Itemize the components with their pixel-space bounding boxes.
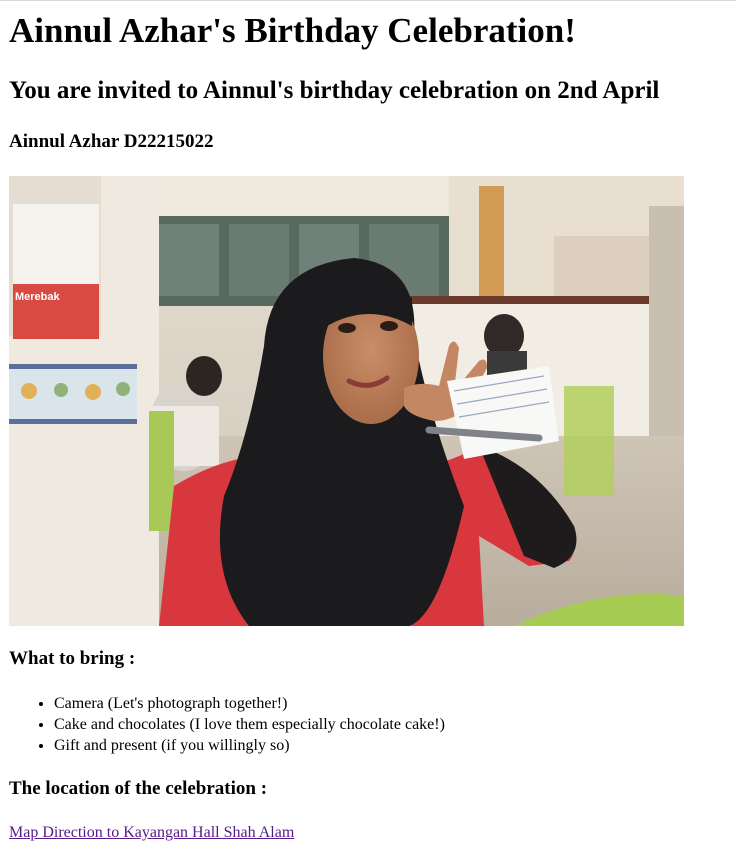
bring-list: Camera (Let's photograph together!) Cake… xyxy=(54,693,445,756)
name-heading: Ainnul Azhar D22215022 xyxy=(9,131,214,152)
location-heading: The location of the celebration : xyxy=(9,778,268,799)
list-item: Gift and present (if you willingly so) xyxy=(54,735,445,756)
what-to-bring-heading: What to bring : xyxy=(9,648,136,669)
list-item: Camera (Let's photograph together!) xyxy=(54,693,445,714)
list-item: Cake and chocolates (I love them especia… xyxy=(54,714,445,735)
birthday-photo: Merebak xyxy=(9,176,684,626)
invite-heading: You are invited to Ainnul's birthday cel… xyxy=(9,77,660,104)
map-direction-link[interactable]: Map Direction to Kayangan Hall Shah Alam xyxy=(9,823,294,843)
poster-text: Merebak xyxy=(15,291,61,303)
window-top-border xyxy=(0,0,736,1)
page-title: Ainnul Azhar's Birthday Celebration! xyxy=(9,11,576,50)
